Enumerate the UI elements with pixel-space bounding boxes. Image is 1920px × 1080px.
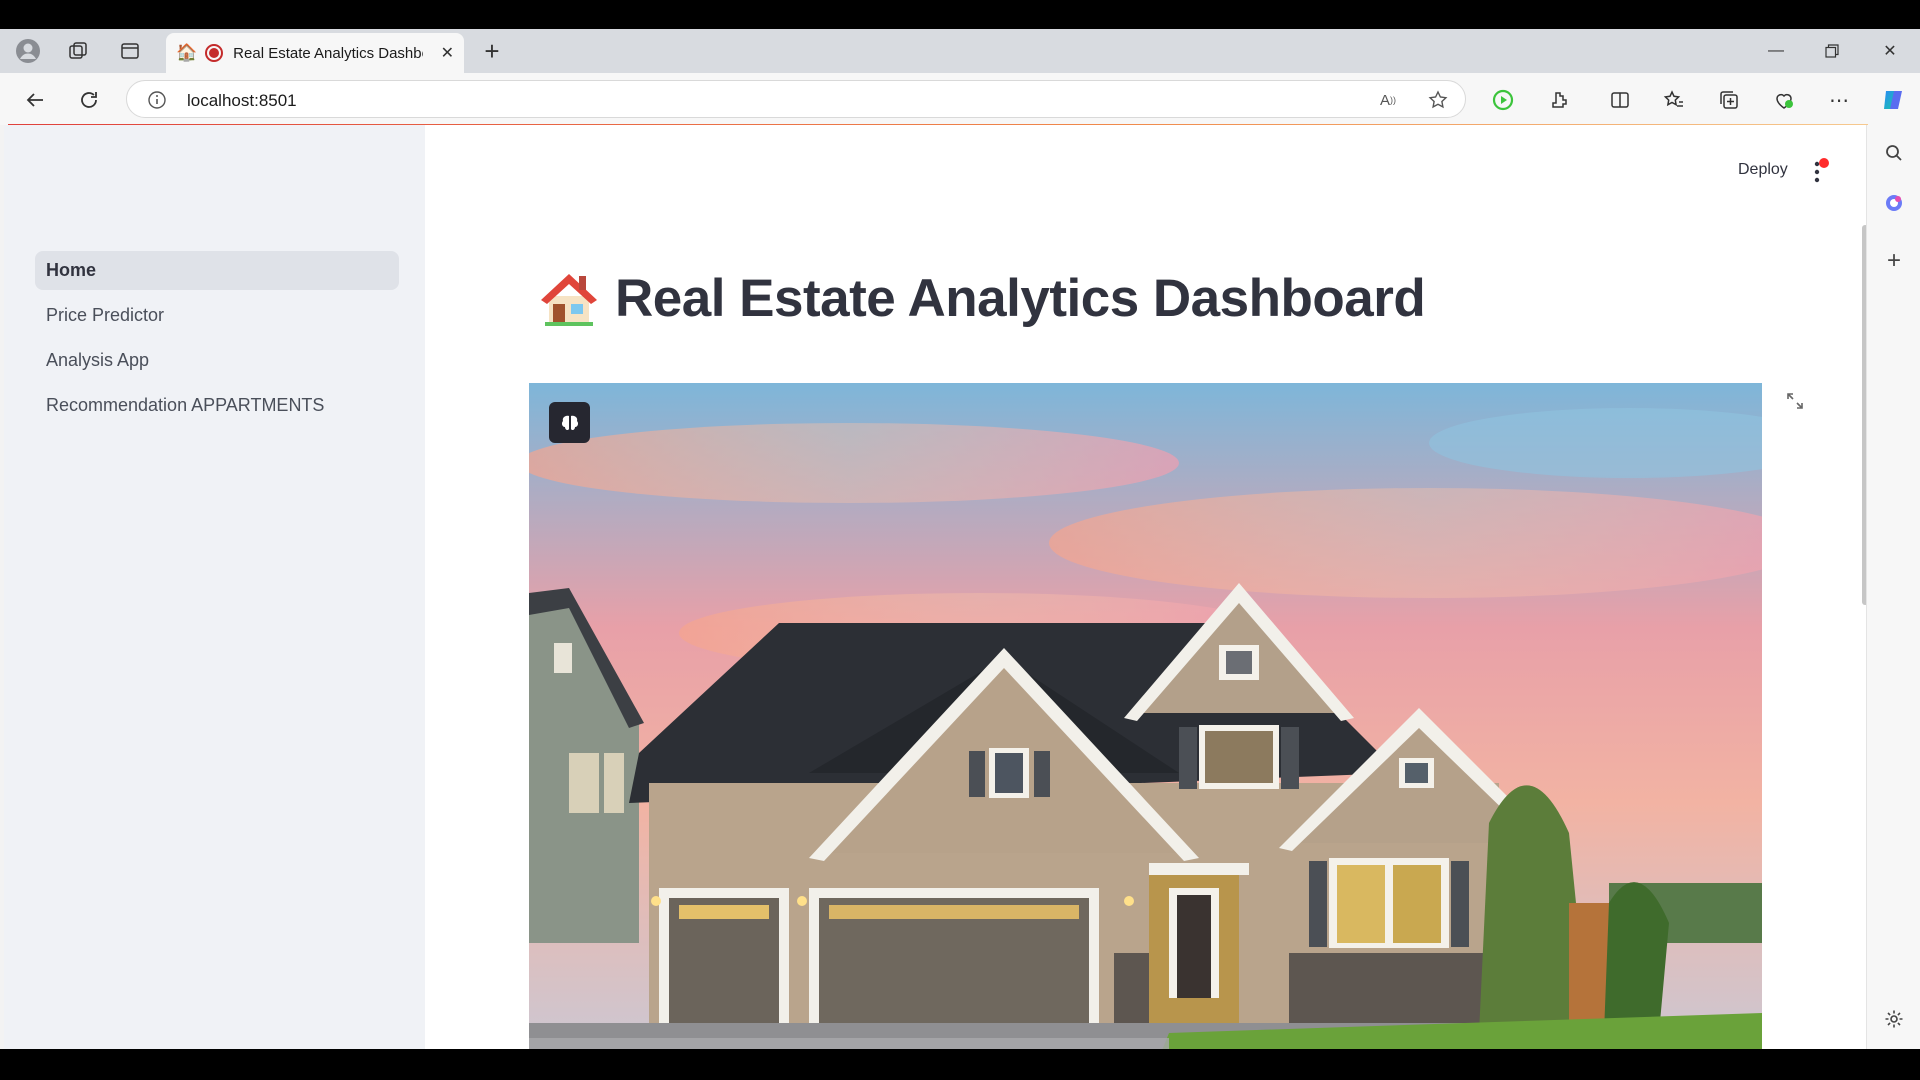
- browser-essentials-icon[interactable]: [1767, 83, 1801, 117]
- refresh-button[interactable]: [72, 83, 106, 117]
- minimize-button[interactable]: —: [1748, 29, 1804, 73]
- sidebar-item-analysis-app[interactable]: Analysis App: [35, 341, 399, 380]
- active-tab[interactable]: 🏠 Real Estate Analytics Dashbo ✕: [166, 33, 464, 73]
- vertical-tabs-icon[interactable]: [114, 35, 146, 67]
- page-title: Real Estate Analytics Dashboard: [615, 268, 1426, 328]
- settings-gear-icon[interactable]: [1878, 1003, 1910, 1035]
- fullscreen-icon[interactable]: [1781, 387, 1809, 415]
- tab-title: Real Estate Analytics Dashbo: [233, 44, 424, 62]
- copilot-icon[interactable]: [1876, 83, 1910, 117]
- address-bar[interactable]: localhost:8501 A)): [126, 80, 1466, 118]
- sidebar-item-home[interactable]: Home: [35, 251, 399, 290]
- screen: 🏠 Real Estate Analytics Dashbo ✕ + — ✕ l…: [0, 0, 1920, 1080]
- deploy-button[interactable]: Deploy: [1730, 155, 1796, 185]
- sidebar-item-label: Price Predictor: [46, 305, 165, 325]
- page-viewport: Home Price Predictor Analysis App Recomm…: [4, 125, 1866, 1049]
- back-button[interactable]: [18, 83, 52, 117]
- brain-badge-icon: [549, 402, 590, 443]
- recording-icon: [205, 44, 224, 62]
- extension-play-icon[interactable]: [1486, 83, 1520, 117]
- restore-button[interactable]: [1804, 29, 1860, 73]
- site-info-icon[interactable]: [147, 90, 167, 110]
- favorites-icon[interactable]: [1657, 83, 1691, 117]
- main-menu-icon[interactable]: [1809, 157, 1833, 187]
- address-bar-row: localhost:8501 A)) ⋯: [0, 73, 1920, 125]
- tab-strip: 🏠 Real Estate Analytics Dashbo ✕ + — ✕: [0, 29, 1920, 73]
- sidebar-item-recommendation[interactable]: Recommendation APPARTMENTS: [35, 386, 399, 425]
- copilot-sidebar-icon[interactable]: [1878, 187, 1910, 219]
- sidebar-item-price-predictor[interactable]: Price Predictor: [35, 296, 399, 335]
- sidebar-item-label: Home: [46, 260, 97, 280]
- browser-sidebar: +: [1866, 125, 1920, 1049]
- workspaces-icon[interactable]: [62, 35, 94, 67]
- browser-window: 🏠 Real Estate Analytics Dashbo ✕ + — ✕ l…: [0, 29, 1920, 1049]
- sidebar-item-label: Analysis App: [46, 350, 150, 370]
- house-favicon-icon: 🏠: [176, 43, 198, 62]
- house-icon: [541, 274, 597, 326]
- collections-icon[interactable]: [1712, 83, 1746, 117]
- read-aloud-icon[interactable]: A)): [1377, 89, 1399, 111]
- search-icon[interactable]: [1878, 137, 1910, 169]
- sidebar-item-label: Recommendation APPARTMENTS: [46, 395, 325, 415]
- app-sidebar: Home Price Predictor Analysis App Recomm…: [4, 125, 425, 1049]
- add-sidebar-app-icon[interactable]: +: [1878, 245, 1910, 277]
- close-window-button[interactable]: ✕: [1862, 29, 1918, 73]
- split-screen-icon[interactable]: [1603, 83, 1637, 117]
- new-tab-button[interactable]: +: [476, 35, 508, 67]
- more-menu-icon[interactable]: ⋯: [1822, 83, 1856, 117]
- house-hero-image: [529, 383, 1762, 1049]
- main-content: Deploy Real Estate Analytics Dashboard: [425, 125, 1866, 1049]
- url-text[interactable]: localhost:8501: [187, 91, 297, 111]
- page-title-row: Real Estate Analytics Dashboard: [537, 263, 1426, 333]
- close-tab-icon[interactable]: ✕: [441, 43, 454, 63]
- profile-icon[interactable]: [12, 35, 44, 67]
- favorite-star-icon[interactable]: [1427, 89, 1449, 111]
- extensions-icon[interactable]: [1542, 83, 1576, 117]
